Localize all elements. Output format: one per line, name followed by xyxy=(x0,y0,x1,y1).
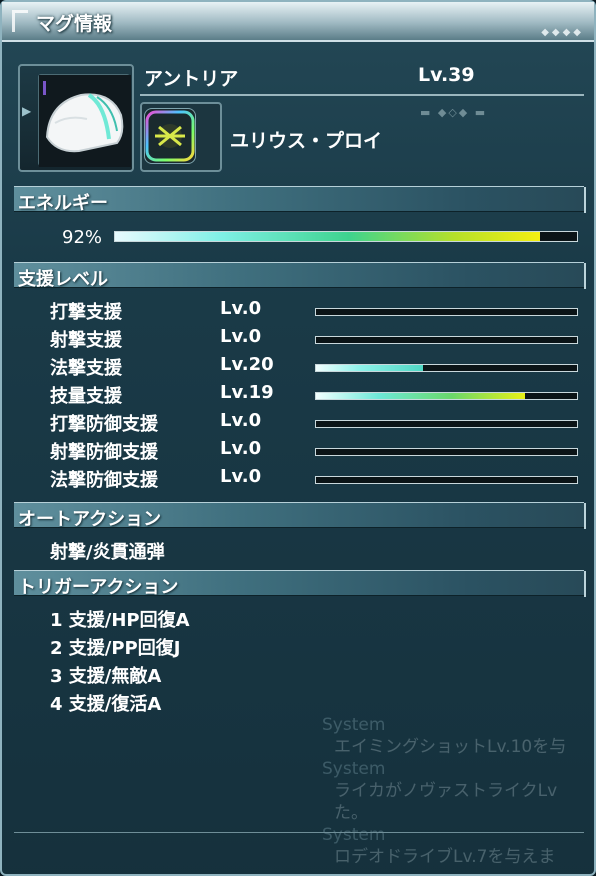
section-trigger-action: トリガーアクション xyxy=(14,570,586,598)
support-level: Lv.0 xyxy=(220,326,262,347)
section-edge xyxy=(584,503,586,529)
support-level: Lv.0 xyxy=(220,466,262,487)
mag-level: Lv.39 xyxy=(418,64,475,86)
title-bar[interactable]: マグ情報 ◆◆◆◆ xyxy=(2,2,594,42)
support-bar xyxy=(315,336,578,344)
mag-helmet-icon xyxy=(38,74,131,167)
section-support: 支援レベル xyxy=(14,262,586,290)
support-level: Lv.19 xyxy=(220,382,274,403)
support-bar-fill xyxy=(316,365,423,371)
trigger-item-1: 1 支援/HP回復A xyxy=(50,610,190,631)
energy-bar xyxy=(114,231,578,242)
support-level: Lv.0 xyxy=(220,410,262,431)
divider xyxy=(140,94,584,96)
window-title: マグ情報 xyxy=(36,13,113,35)
trigger-item-3: 3 支援/無敵A xyxy=(50,666,162,687)
chat-message: ライカがノヴァストライクLv xyxy=(334,781,558,801)
energy-bar-fill xyxy=(115,232,541,241)
support-row: 射撃支援 Lv.0 xyxy=(2,326,596,354)
support-row: 射撃防御支援 Lv.0 xyxy=(2,438,596,466)
corner-bracket-icon xyxy=(12,10,28,32)
titlebar-decoration: ◆◆◆◆ xyxy=(541,27,584,38)
header-decoration: ▬ ◆◇◆ ▬ xyxy=(420,106,488,119)
support-bar xyxy=(315,420,578,428)
support-bar xyxy=(315,476,578,484)
section-edge xyxy=(584,263,586,289)
chat-message: エイミングショットLv.10を与 xyxy=(334,737,567,757)
section-support-title: 支援レベル xyxy=(18,269,108,290)
bottom-divider xyxy=(14,832,584,833)
auto-action-value: 射撃/炎貫通弾 xyxy=(50,542,165,563)
support-label: 射撃防御支援 xyxy=(50,442,158,463)
chat-message: ロデオドライブLv.7を与えま xyxy=(334,847,556,864)
chat-log: System エイミングショットLv.10を与 System ライカがノヴァスト… xyxy=(314,714,596,864)
support-label: 法撃支援 xyxy=(50,358,122,379)
chat-message: た。 xyxy=(334,803,368,823)
support-label: 打撃防御支援 xyxy=(50,414,158,435)
support-row: 法撃支援 Lv.20 xyxy=(2,354,596,382)
triangle-marker-icon: ▶ xyxy=(22,104,32,118)
trigger-item-2: 2 支援/PP回復J xyxy=(50,638,181,659)
energy-percent: 92% xyxy=(62,227,103,248)
section-auto-action-title: オートアクション xyxy=(18,509,162,530)
photon-blast-name: ユリウス・プロイ xyxy=(230,130,383,152)
support-level: Lv.0 xyxy=(220,438,262,459)
support-label: 技量支援 xyxy=(50,386,122,407)
chat-sender: System xyxy=(322,759,386,779)
support-row: 打撃支援 Lv.0 xyxy=(2,298,596,326)
section-auto-action: オートアクション xyxy=(14,502,586,530)
section-edge xyxy=(584,187,586,213)
support-label: 射撃支援 xyxy=(50,330,122,351)
mag-name: アントリア xyxy=(144,68,239,90)
support-row: 技量支援 Lv.19 xyxy=(2,382,596,410)
support-level: Lv.20 xyxy=(220,354,274,375)
section-energy-title: エネルギー xyxy=(18,193,108,214)
trigger-item-4: 4 支援/復活A xyxy=(50,694,162,715)
support-row: 法撃防御支援 Lv.0 xyxy=(2,466,596,494)
support-level: Lv.0 xyxy=(220,298,262,319)
support-bar xyxy=(315,364,578,372)
support-label: 打撃支援 xyxy=(50,302,122,323)
support-label: 法撃防御支援 xyxy=(50,470,158,491)
support-row: 打撃防御支援 Lv.0 xyxy=(2,410,596,438)
mag-info-panel: マグ情報 ◆◆◆◆ ▶ アントリア Lv.39 ▬ ◆◇◆ ▬ ユリウス・プロイ… xyxy=(0,0,596,876)
section-edge xyxy=(584,571,586,597)
section-energy: エネルギー xyxy=(14,186,586,214)
chat-sender: System xyxy=(322,715,386,735)
photon-blast-icon xyxy=(144,108,196,164)
chat-sender: System xyxy=(322,825,386,845)
support-bar-fill xyxy=(316,393,525,399)
support-bar xyxy=(315,392,578,400)
support-bar xyxy=(315,308,578,316)
section-trigger-action-title: トリガーアクション xyxy=(18,577,179,598)
support-bar xyxy=(315,448,578,456)
